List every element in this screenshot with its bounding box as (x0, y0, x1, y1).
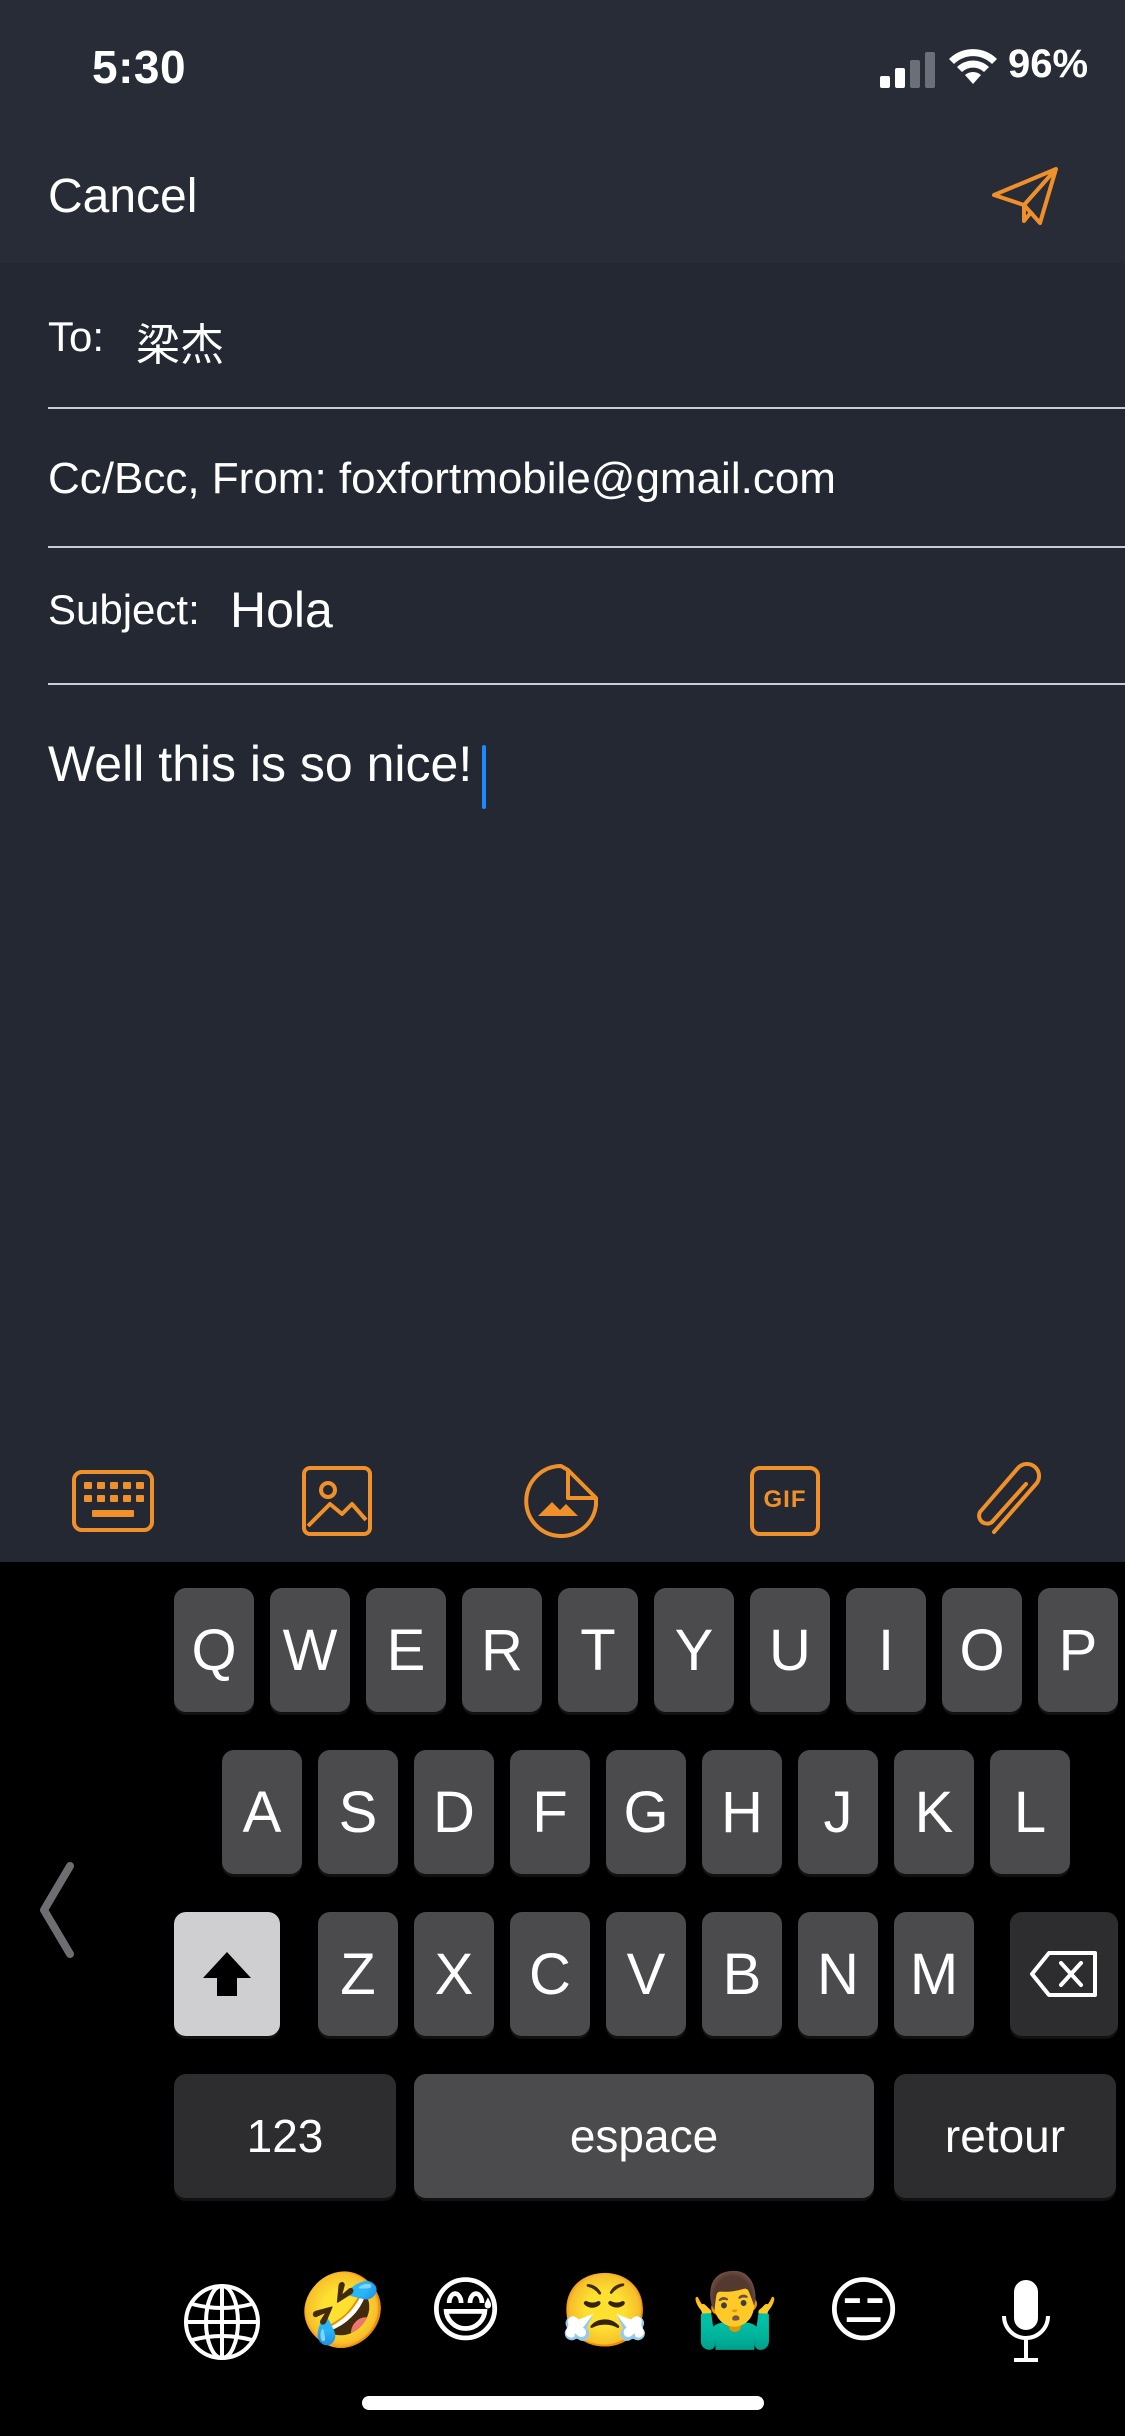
keyboard-icon[interactable] (70, 1458, 156, 1544)
status-time: 5:30 (92, 41, 187, 93)
key-f[interactable]: F (510, 1750, 590, 1874)
key-x[interactable]: X (414, 1912, 494, 2036)
message-body[interactable]: Well this is so nice! (48, 735, 1078, 1435)
key-n[interactable]: N (798, 1912, 878, 2036)
to-field[interactable]: To: 梁杰 (48, 263, 1125, 409)
key-c[interactable]: C (510, 1912, 590, 2036)
sticker-icon[interactable] (518, 1458, 604, 1544)
key-j[interactable]: J (798, 1750, 878, 1874)
key-k[interactable]: K (894, 1750, 974, 1874)
key-i[interactable]: I (846, 1588, 926, 1712)
key-q[interactable]: Q (174, 1588, 254, 1712)
shift-key[interactable] (174, 1912, 280, 2036)
cc-bcc-from-field[interactable]: Cc/Bcc, From: foxfortmobile@gmail.com (48, 409, 1125, 548)
to-label: To: (48, 313, 105, 360)
status-bar: 5:30 96% (0, 0, 1125, 135)
key-z[interactable]: Z (318, 1912, 398, 2036)
chevron-left-icon[interactable] (36, 1860, 76, 1960)
shift-arrow-icon (203, 1952, 251, 1996)
key-r[interactable]: R (462, 1588, 542, 1712)
key-a[interactable]: A (222, 1750, 302, 1874)
delete-key[interactable] (1010, 1912, 1118, 2036)
key-y[interactable]: Y (654, 1588, 734, 1712)
wifi-icon (949, 49, 997, 84)
keyboard-bottom-bar: 🤣 😅 😤 🤷‍♂️ 😑 (0, 2262, 1125, 2372)
home-indicator (362, 2396, 764, 2410)
key-o[interactable]: O (942, 1588, 1022, 1712)
key-w[interactable]: W (270, 1588, 350, 1712)
cellular-signal-icon (880, 52, 935, 88)
gif-icon-label: GIF (763, 1486, 807, 1513)
globe-icon[interactable] (182, 2282, 262, 2362)
emoji-suggestion[interactable]: 🤣 (298, 2274, 388, 2346)
compose-screen: 5:30 96% Cancel To: 梁杰 Cc/Bcc, From: fox… (0, 0, 1125, 2436)
recipient-chip[interactable]: 梁杰 (136, 309, 224, 373)
backspace-icon (1030, 1951, 1097, 1997)
space-key[interactable]: espace (414, 2074, 874, 2198)
key-v[interactable]: V (606, 1912, 686, 2036)
emoji-suggestion[interactable]: 😤 (560, 2274, 650, 2346)
compose-toolbar: GIF (0, 1440, 1125, 1562)
text-cursor (482, 744, 487, 809)
numbers-key[interactable]: 123 (174, 2074, 396, 2198)
key-l[interactable]: L (990, 1750, 1070, 1874)
gif-icon[interactable]: GIF (742, 1458, 828, 1544)
microphone-icon[interactable] (1000, 2276, 1052, 2366)
key-g[interactable]: G (606, 1750, 686, 1874)
subject-field[interactable]: Subject: Hola (48, 548, 1125, 685)
send-icon[interactable] (990, 165, 1060, 229)
subject-input[interactable]: Hola (230, 581, 333, 639)
key-d[interactable]: D (414, 1750, 494, 1874)
key-p[interactable]: P (1038, 1588, 1118, 1712)
key-h[interactable]: H (702, 1750, 782, 1874)
battery-percentage: 96% (1008, 42, 1089, 86)
body-text: Well this is so nice! (48, 736, 473, 792)
return-key[interactable]: retour (894, 2074, 1116, 2198)
cc-bcc-from-text: Cc/Bcc, From: foxfortmobile@gmail.com (48, 454, 836, 503)
key-u[interactable]: U (750, 1588, 830, 1712)
emoji-suggestion[interactable]: 😅 (428, 2274, 503, 2346)
key-e[interactable]: E (366, 1588, 446, 1712)
key-t[interactable]: T (558, 1588, 638, 1712)
navigation-bar: Cancel (0, 135, 1125, 263)
emoji-suggestion[interactable]: 😑 (826, 2274, 901, 2346)
paperclip-icon[interactable] (966, 1458, 1052, 1544)
subject-label: Subject: (48, 586, 200, 633)
image-icon[interactable] (294, 1458, 380, 1544)
cancel-button[interactable]: Cancel (48, 169, 197, 224)
key-m[interactable]: M (894, 1912, 974, 2036)
key-b[interactable]: B (702, 1912, 782, 2036)
emoji-suggestion[interactable]: 🤷‍♂️ (690, 2274, 780, 2346)
key-s[interactable]: S (318, 1750, 398, 1874)
